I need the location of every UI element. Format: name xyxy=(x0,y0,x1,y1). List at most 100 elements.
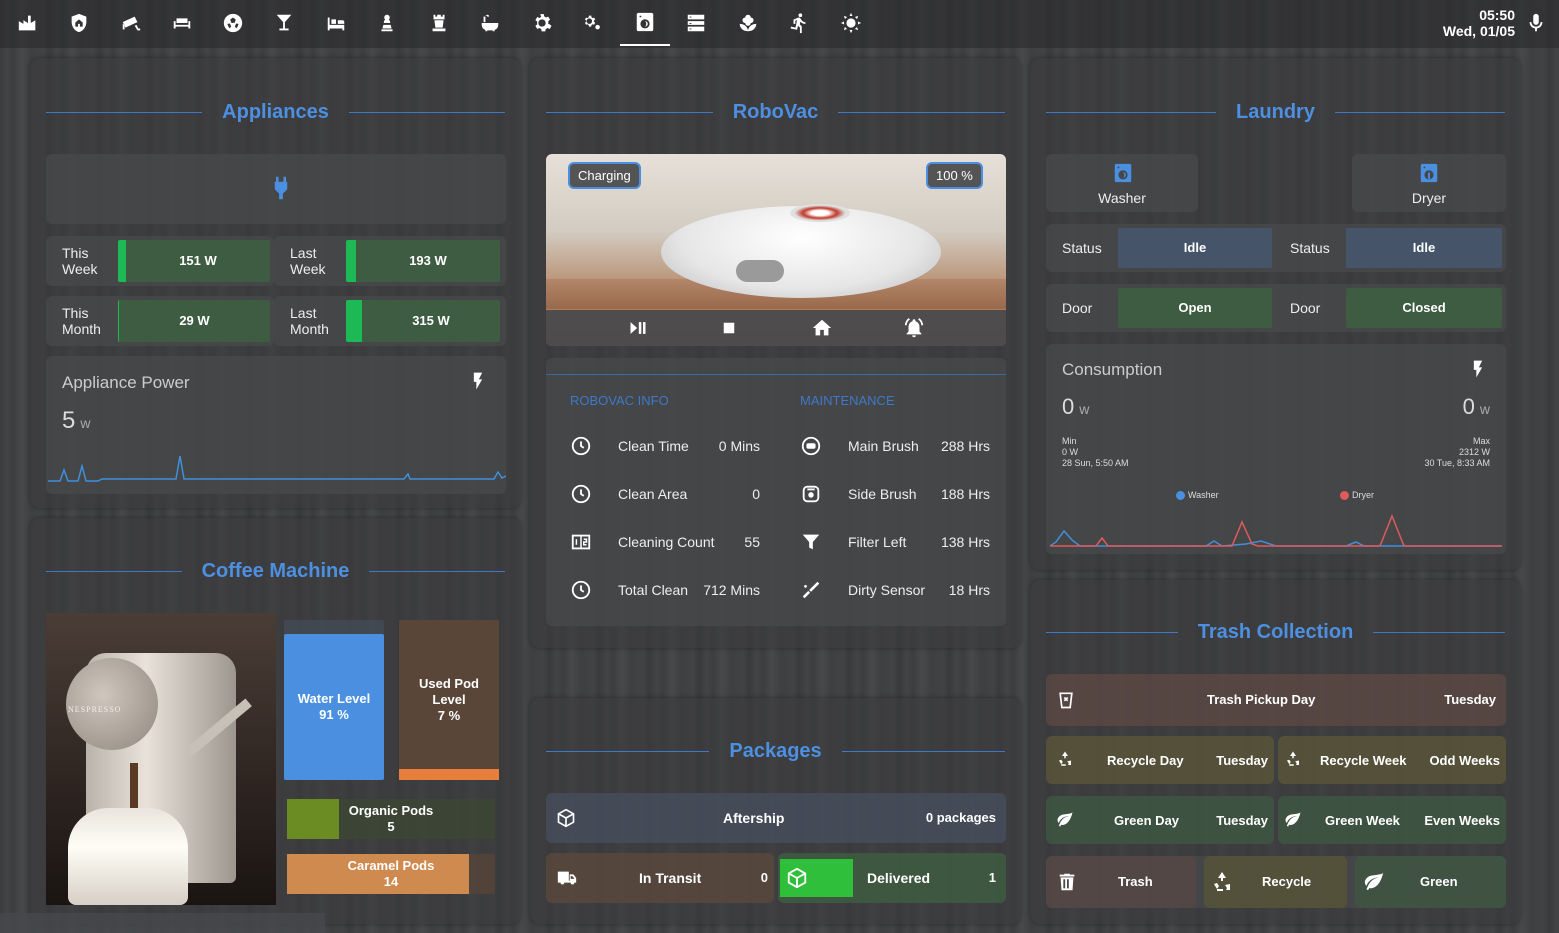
consumption-title: Consumption xyxy=(1062,360,1163,379)
package-icon xyxy=(557,808,575,828)
tab-server[interactable] xyxy=(671,0,721,46)
plug-button[interactable] xyxy=(46,154,506,224)
tab-weather-sunny[interactable] xyxy=(826,0,876,46)
tab-cctv[interactable] xyxy=(106,0,156,46)
green-week-row[interactable]: Green Week Even Weeks xyxy=(1278,796,1506,844)
maintenance-label: Main Brush xyxy=(848,438,919,454)
recycle-day-row[interactable]: Recycle Day Tuesday xyxy=(1046,736,1274,784)
stop-icon[interactable] xyxy=(720,319,738,337)
robovac-card: RoboVac Charging 100 % ROBOVAC INFO MAIN… xyxy=(530,58,1021,648)
delivered-row[interactable]: Delivered 1 xyxy=(778,853,1006,903)
tab-glass-cocktail[interactable] xyxy=(259,0,309,46)
tab-shield-home[interactable] xyxy=(54,0,104,46)
tab-cogs[interactable] xyxy=(568,0,618,46)
used-pod-label: Used Pod Level 7 % xyxy=(419,676,479,723)
packages-card: Packages Aftership 0 packages In Transit… xyxy=(530,698,1021,924)
bell-ring-icon[interactable] xyxy=(902,317,926,339)
chess-pawn-icon xyxy=(381,14,393,32)
green-week-value: Even Weeks xyxy=(1424,813,1500,828)
recycle-button-label: Recycle xyxy=(1262,874,1312,889)
in-transit-row[interactable]: In Transit 0 xyxy=(546,853,774,903)
robovac-controls xyxy=(546,310,1006,346)
tab-washing-machine[interactable] xyxy=(620,0,670,46)
robovac-info-panel: ROBOVAC INFO MAINTENANCE Clean Time 0 Min… xyxy=(546,358,1006,626)
robovac-info-value: 712 Mins xyxy=(703,582,760,598)
trash-pickup-value: Tuesday xyxy=(1444,692,1496,707)
tab-bed[interactable] xyxy=(311,0,361,46)
tab-factory[interactable] xyxy=(3,0,53,46)
dryer-status-value: Idle xyxy=(1346,228,1502,268)
leaf-icon xyxy=(1285,812,1301,827)
microphone-icon[interactable] xyxy=(1525,10,1547,36)
leaf-icon xyxy=(1364,872,1384,891)
robovac-status-badge: Charging xyxy=(568,162,641,189)
horizontal-scrollbar[interactable] xyxy=(0,913,325,933)
robovac-battery-badge: 100 % xyxy=(926,162,983,189)
clock-time: 05:50 xyxy=(1479,7,1515,23)
dryer-consumption-value: 0w xyxy=(1462,394,1490,419)
tab-sofa[interactable] xyxy=(157,0,207,46)
recycle-day-value: Tuesday xyxy=(1216,753,1268,768)
washer-button[interactable]: Washer xyxy=(1046,154,1198,212)
green-day-row[interactable]: Green Day Tuesday xyxy=(1046,796,1274,844)
bathtub-icon xyxy=(481,14,499,32)
run-icon xyxy=(790,13,806,34)
used-pod-tank: Used Pod Level 7 % xyxy=(399,620,499,780)
trash-pickup-row[interactable]: Trash Pickup Day Tuesday xyxy=(1046,674,1506,726)
tab-bathtub[interactable] xyxy=(465,0,515,46)
this-month-value: 29 W xyxy=(118,300,270,342)
appliance-power-title: Appliance Power xyxy=(62,373,190,392)
tab-flower[interactable] xyxy=(723,0,773,46)
in-transit-label: In Transit xyxy=(639,870,702,886)
washer-label: Washer xyxy=(1098,190,1146,206)
server-icon xyxy=(687,14,705,32)
tab-cog[interactable] xyxy=(517,0,567,46)
organic-pods-bar: Organic Pods 5 xyxy=(287,799,495,839)
tab-chess-rook[interactable] xyxy=(414,0,464,46)
play-pause-icon[interactable] xyxy=(628,318,648,338)
legend-washer[interactable]: Washer xyxy=(1176,490,1219,500)
clock: 05:50 Wed, 01/05 xyxy=(1443,7,1515,39)
shield-home-icon xyxy=(71,13,87,33)
top-toolbar: 05:50 Wed, 01/05 xyxy=(0,0,1559,48)
robovac-info-header: ROBOVAC INFO xyxy=(570,393,669,408)
appliances-title: Appliances xyxy=(46,100,506,124)
green-day-label: Green Day xyxy=(1114,813,1180,828)
clock-outline-icon xyxy=(571,580,591,600)
tab-soccer[interactable] xyxy=(208,0,258,46)
legend-dryer[interactable]: Dryer xyxy=(1340,490,1374,500)
side-brush-icon xyxy=(802,485,820,503)
status-row: Status Idle Status Idle xyxy=(1046,224,1506,272)
consumption-graph[interactable]: Consumption 0w 0w Min 0 W 28 Sun, 5:50 AM … xyxy=(1046,344,1506,554)
dryer-door-value: Closed xyxy=(1346,288,1502,328)
power-sparkline xyxy=(48,455,506,482)
robovac-info-value: 0 xyxy=(752,486,760,502)
recycle-button[interactable]: Recycle xyxy=(1204,856,1347,908)
packages-title: Packages xyxy=(546,739,1006,763)
coffee-title: Coffee Machine xyxy=(46,559,505,583)
recycle-day-label: Recycle Day xyxy=(1107,753,1184,768)
weather-sunny-icon xyxy=(840,12,862,34)
maintenance-label: Side Brush xyxy=(848,486,917,502)
aftership-row[interactable]: Aftership 0 packages xyxy=(546,793,1006,843)
tab-chess-pawn[interactable] xyxy=(362,0,412,46)
this-week-value: 151 W xyxy=(118,240,270,282)
green-button[interactable]: Green xyxy=(1355,856,1506,908)
filter-icon xyxy=(802,534,820,550)
home-icon[interactable] xyxy=(811,317,833,339)
dryer-button[interactable]: Dryer xyxy=(1352,154,1506,212)
this-month-stat: This Month 29 W xyxy=(46,296,274,346)
appliance-power-value: 5w xyxy=(62,407,91,434)
recycle-week-row[interactable]: Recycle Week Odd Weeks xyxy=(1278,736,1506,784)
trash-button[interactable]: Trash xyxy=(1046,856,1196,908)
sensor-brush-icon xyxy=(802,581,820,599)
green-week-label: Green Week xyxy=(1325,813,1400,828)
coffee-machine-card: Coffee Machine NESPRESSO Water Level 91 %… xyxy=(30,518,521,924)
robovac-title: RoboVac xyxy=(546,100,1006,124)
glass-cocktail-icon xyxy=(276,14,292,31)
aftership-label: Aftership xyxy=(723,810,785,826)
tab-run[interactable] xyxy=(774,0,824,46)
appliance-power-graph[interactable]: Appliance Power 5w xyxy=(46,356,506,494)
last-month-stat: Last Month 315 W xyxy=(274,296,506,346)
flower-icon xyxy=(739,14,757,32)
